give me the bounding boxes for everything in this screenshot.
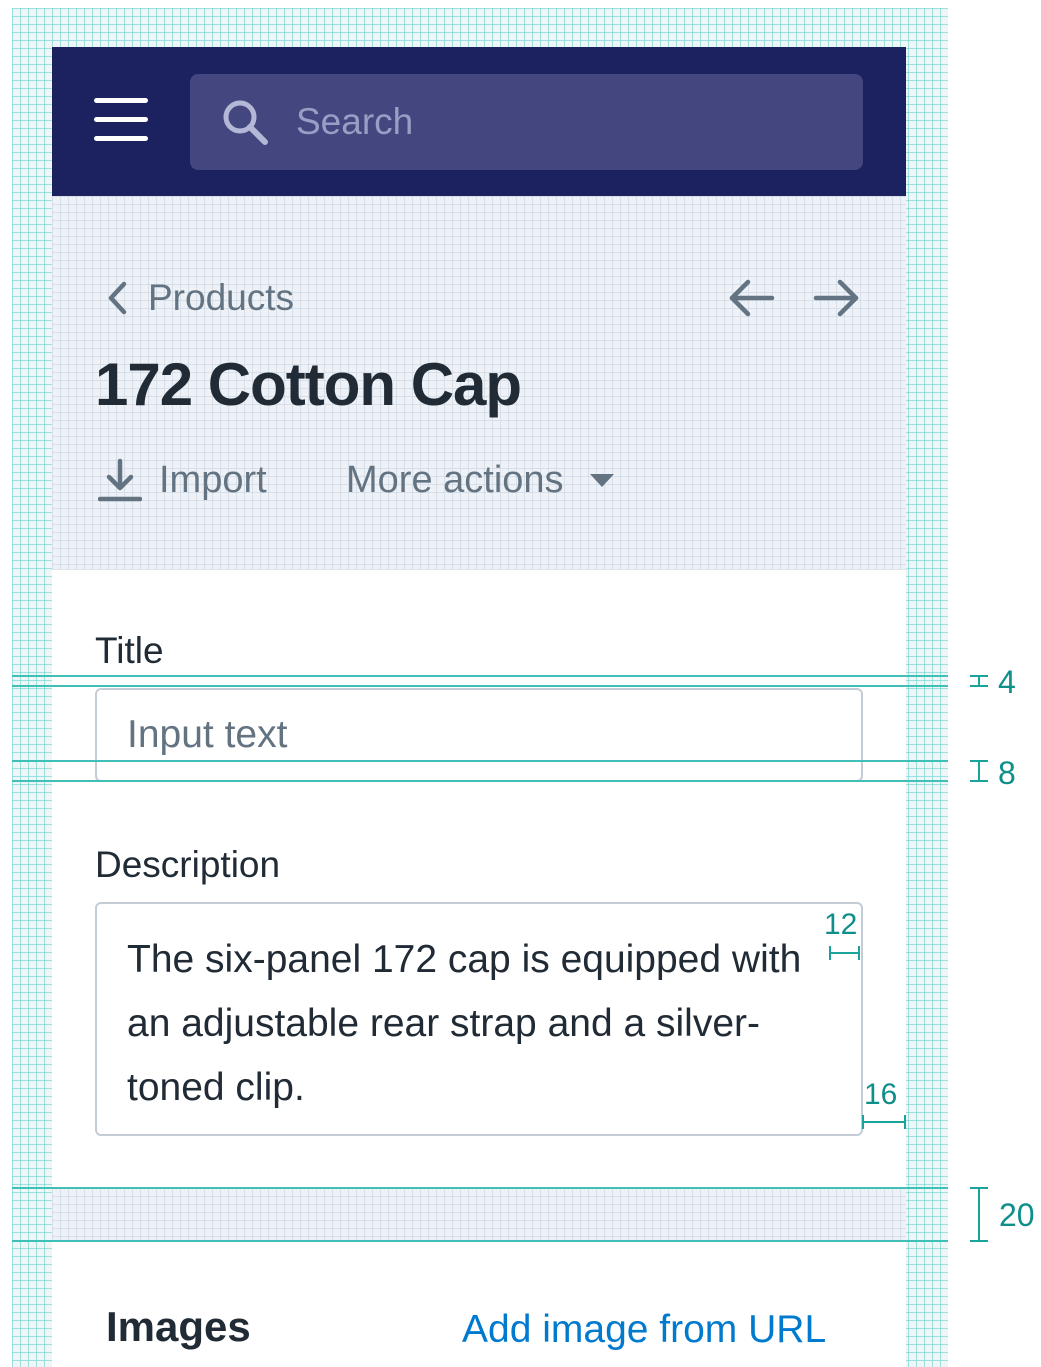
add-image-from-url-link[interactable]: Add image from URL (462, 1308, 826, 1352)
import-button[interactable]: Import (98, 452, 267, 508)
hamburger-menu-icon[interactable] (94, 98, 148, 144)
page-title: 172 Cotton Cap (95, 351, 522, 418)
breadcrumb[interactable]: Products (104, 272, 294, 324)
spec-marker (862, 1115, 864, 1129)
more-actions-button[interactable]: More actions (346, 452, 616, 508)
spec-marker (829, 952, 860, 954)
spec-marker (862, 1121, 906, 1123)
search-field[interactable] (190, 74, 863, 170)
breadcrumb-label: Products (148, 277, 295, 318)
spec-guide-line (12, 685, 948, 687)
spec-value-20: 20 (999, 1197, 1035, 1233)
spec-marker (904, 1115, 906, 1129)
import-icon (98, 458, 142, 502)
spec-value-8: 8 (998, 755, 1016, 791)
spec-marker (970, 1240, 988, 1242)
search-input[interactable] (296, 94, 836, 150)
spec-guide-line (12, 675, 948, 677)
spec-marker (978, 1187, 980, 1242)
spec-guide-line (12, 760, 948, 762)
caret-down-icon (589, 474, 614, 487)
search-icon (223, 100, 268, 145)
more-actions-label: More actions (346, 458, 564, 501)
spec-value-16: 16 (864, 1078, 898, 1111)
chevron-left-icon (108, 281, 127, 315)
spec-marker (829, 946, 831, 960)
images-heading: Images (106, 1303, 251, 1350)
spec-marker (970, 780, 988, 782)
spec-guide-line (12, 1240, 948, 1242)
spec-guide-line (12, 1187, 948, 1189)
spec-value-12: 12 (824, 908, 858, 941)
spec-marker (970, 685, 988, 687)
spec-guide-line (12, 780, 948, 782)
title-input[interactable] (95, 688, 863, 782)
arrow-right-icon[interactable] (812, 276, 860, 320)
spec-value-4: 4 (998, 664, 1016, 700)
import-label: Import (159, 458, 267, 501)
spec-marker (858, 946, 860, 960)
spec-canvas: Products 172 Cotton Cap Import More acti… (0, 0, 1041, 1367)
spec-marker (978, 760, 980, 782)
title-label: Title (95, 630, 164, 671)
arrow-left-icon[interactable] (728, 276, 776, 320)
description-label: Description (95, 844, 281, 885)
description-textarea[interactable]: The six-panel 172 cap is equipped with a… (95, 902, 863, 1136)
